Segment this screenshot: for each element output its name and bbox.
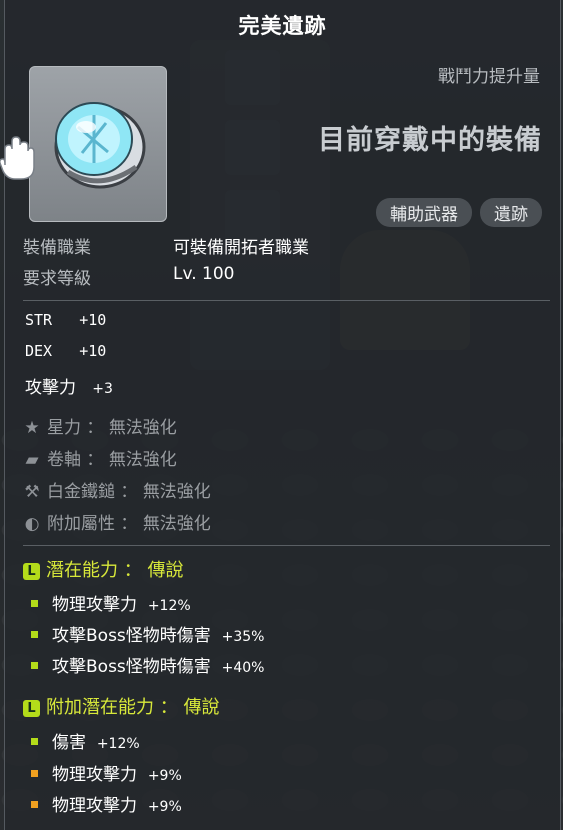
potential-line: 攻擊Boss怪物時傷害 +40% (31, 652, 264, 677)
potential-title: 潛在能力 ： 傳說 (46, 560, 184, 581)
divider (23, 545, 550, 546)
level-value: Lv. 100 (173, 264, 235, 284)
tier-bullet (31, 738, 38, 745)
enhance-label: 附加屬性 (47, 514, 115, 534)
potential-line: 攻擊Boss怪物時傷害 +35% (31, 621, 264, 646)
bonus-stat-icon: ◐ (24, 514, 40, 534)
job-label: 裝備職業 (23, 238, 91, 258)
potential-text: 攻擊Boss怪物時傷害 (52, 626, 211, 646)
stat-row: 攻擊力 +3 (25, 373, 113, 398)
cursor-hand-icon (0, 136, 35, 180)
tag-secondary-weapon: 輔助武器 (376, 198, 472, 227)
level-label: 要求等級 (23, 269, 91, 289)
item-icon-frame (29, 66, 167, 222)
enhance-row: ◐ 附加屬性 ： 無法強化 (24, 514, 211, 534)
potential-value: +12% (147, 598, 191, 614)
enhance-value: 無法強化 (108, 450, 177, 470)
stat-row: STR +10 (25, 311, 106, 329)
enhance-row: ★ 星力 ： 無法強化 (24, 418, 177, 438)
job-value: 可裝備開拓者職業 (173, 238, 309, 258)
stat-name: STR (25, 311, 53, 329)
tier-bullet (31, 631, 38, 638)
enhance-value: 無法強化 (108, 418, 177, 438)
tier-bullet (31, 600, 38, 607)
potential-value: +35% (221, 629, 265, 645)
potential-value: +9% (147, 799, 182, 815)
additional-potential-header: L 附加潛在能力 ： 傳說 (23, 693, 219, 719)
stat-value: +10 (79, 342, 107, 360)
potential-text: 物理攻擊力 (52, 765, 137, 785)
potential-text: 物理攻擊力 (52, 796, 137, 816)
enhance-value: 無法強化 (142, 482, 211, 502)
star-icon: ★ (24, 418, 40, 438)
tier-bullet (31, 770, 38, 777)
additional-potential-line: 傷害 +12% (31, 728, 140, 753)
enhance-row: ⚒ 白金鐵鎚 ： 無法強化 (24, 482, 211, 502)
additional-potential-line: 物理攻擊力 +9% (31, 791, 182, 816)
scroll-icon: ▰ (25, 450, 39, 470)
stat-value: +10 (79, 311, 107, 329)
additional-potential-title: 附加潛在能力 ： 傳說 (46, 697, 220, 718)
tag-relic: 遺跡 (480, 198, 542, 227)
potential-header: L 潛在能力 ： 傳說 (23, 556, 183, 582)
enhance-label: 白金鐵鎚 (47, 482, 115, 502)
legendary-badge: L (23, 563, 40, 580)
item-tags: 輔助武器 遺跡 (376, 198, 542, 227)
legendary-badge: L (23, 700, 40, 717)
hammer-icon: ⚒ (24, 482, 40, 502)
additional-potential-line: 物理攻擊力 +9% (31, 760, 182, 785)
potential-text: 傷害 (52, 733, 86, 753)
stat-value: +3 (92, 381, 113, 397)
potential-value: +9% (147, 768, 182, 784)
item-name: 完美遺跡 (238, 14, 327, 38)
stat-name: 攻擊力 (25, 378, 76, 398)
stat-row: DEX +10 (25, 342, 106, 360)
enhance-label: 卷軸 (47, 450, 81, 470)
enhance-label: 星力 (47, 418, 81, 438)
tier-bullet (31, 662, 38, 669)
tier-bullet (31, 801, 38, 808)
potential-text: 物理攻擊力 (52, 595, 137, 615)
equipped-label: 目前穿戴中的裝備 (318, 125, 542, 156)
divider (23, 300, 550, 301)
enhance-value: 無法強化 (142, 514, 211, 534)
item-tooltip: 完美遺跡 戰鬥力提升量 目前穿戴中的裝備 輔助武器 遺跡 裝備職業 可裝備開拓者… (0, 0, 561, 830)
combat-power-label: 戰鬥力提升量 (438, 67, 540, 87)
potential-line: 物理攻擊力 +12% (31, 590, 191, 615)
potential-text: 攻擊Boss怪物時傷害 (52, 657, 211, 677)
stat-name: DEX (25, 342, 53, 360)
relic-icon (54, 102, 146, 189)
enhance-row: ▰ 卷軸 ： 無法強化 (23, 445, 177, 470)
potential-value: +40% (221, 660, 265, 676)
potential-value: +12% (96, 736, 140, 752)
